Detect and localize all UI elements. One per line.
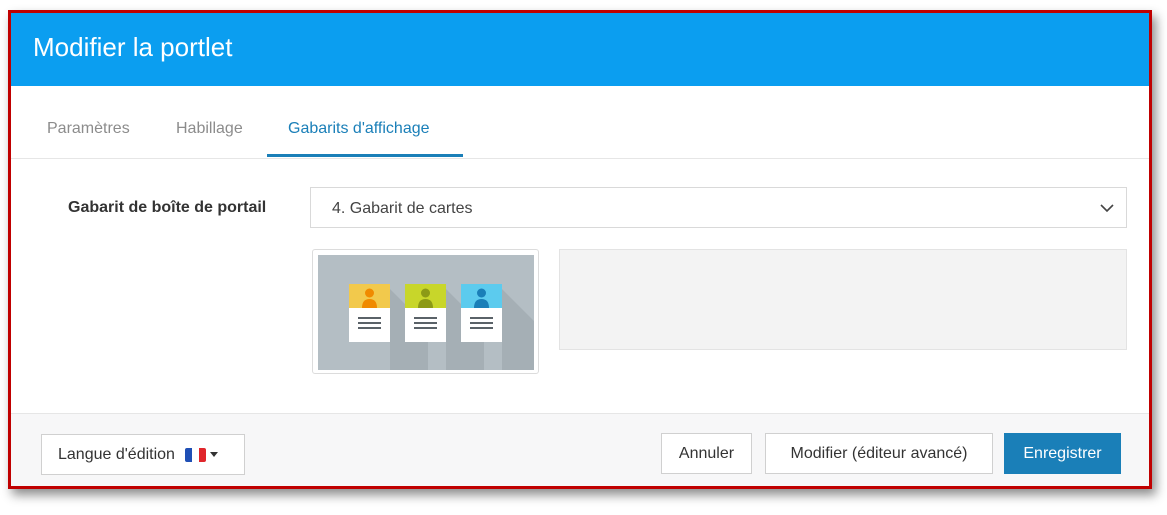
- dialog-header: Modifier la portlet: [11, 13, 1149, 86]
- cards-template-illustration: [318, 255, 534, 370]
- tab-gabarits-affichage[interactable]: Gabarits d'affichage: [288, 120, 430, 138]
- template-thumbnail[interactable]: [312, 249, 539, 374]
- dialog-footer: Langue d'édition Annuler Modifier (édite…: [11, 413, 1149, 486]
- template-description-panel: [559, 249, 1127, 350]
- advanced-editor-button[interactable]: Modifier (éditeur avancé): [765, 433, 993, 474]
- dialog-title: Modifier la portlet: [33, 32, 233, 62]
- chevron-down-icon: [1100, 204, 1114, 213]
- tab-bar: Paramètres Habillage Gabarits d'affichag…: [11, 86, 1149, 159]
- language-button[interactable]: Langue d'édition: [41, 434, 245, 475]
- tab-parametres[interactable]: Paramètres: [47, 120, 130, 138]
- template-select-value: 4. Gabarit de cartes: [332, 200, 473, 217]
- active-tab-indicator: [267, 154, 463, 157]
- save-button[interactable]: Enregistrer: [1004, 433, 1121, 474]
- cancel-button[interactable]: Annuler: [661, 433, 752, 474]
- portlet-dialog: Modifier la portlet Paramètres Habillage…: [8, 10, 1152, 489]
- language-label: Langue d'édition: [58, 445, 175, 463]
- template-select[interactable]: 4. Gabarit de cartes: [310, 187, 1127, 228]
- flag-france-icon: [184, 447, 206, 462]
- caret-down-icon: [209, 452, 218, 457]
- tab-habillage[interactable]: Habillage: [176, 120, 243, 138]
- template-label: Gabarit de boîte de portail: [68, 199, 267, 216]
